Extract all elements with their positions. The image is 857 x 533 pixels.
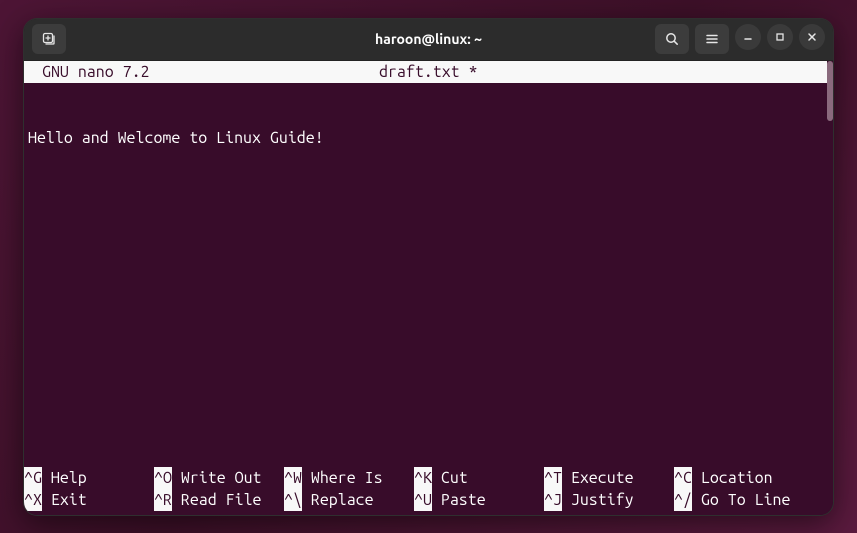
shortcut-item: ^T Execute (544, 467, 674, 489)
nano-titlebar: GNU nano 7.2 draft.txt * (24, 61, 827, 83)
shortcut-key: ^J (544, 489, 562, 511)
titlebar: haroon@linux: ~ (24, 19, 833, 61)
shortcut-label: Read File (172, 489, 262, 511)
shortcut-label: Location (692, 467, 773, 489)
shortcut-item: ^C Location (674, 467, 804, 489)
shortcut-key: ^/ (674, 489, 692, 511)
close-button[interactable] (799, 24, 825, 50)
shortcut-key: ^X (24, 489, 42, 511)
window-title: haroon@linux: ~ (375, 31, 482, 47)
shortcut-label: Write Out (172, 467, 262, 489)
hamburger-icon (704, 31, 720, 47)
shortcut-key: ^W (284, 467, 302, 489)
maximize-icon (774, 31, 786, 43)
shortcut-item: ^G Help (24, 467, 154, 489)
maximize-button[interactable] (767, 24, 793, 50)
minimize-icon (742, 31, 754, 43)
shortcut-key: ^U (414, 489, 432, 511)
shortcut-item: ^R Read File (154, 489, 284, 511)
shortcut-key: ^K (414, 467, 432, 489)
shortcut-key: ^O (154, 467, 172, 489)
shortcut-item: ^U Paste (414, 489, 544, 511)
nano-editor-body[interactable]: Hello and Welcome to Linux Guide! (24, 83, 833, 467)
shortcut-item: ^\ Replace (284, 489, 414, 511)
search-icon (664, 31, 680, 47)
shortcut-item: ^/ Go To Line (674, 489, 804, 511)
shortcut-key: ^\ (284, 489, 302, 511)
minimize-button[interactable] (735, 24, 761, 50)
shortcut-row: ^X Exit^R Read File^\ Replace^U Paste^J … (24, 489, 833, 511)
close-icon (806, 31, 818, 43)
new-tab-button[interactable] (32, 24, 66, 54)
shortcut-label: Justify (562, 489, 634, 511)
nano-filename: draft.txt * (30, 61, 827, 83)
shortcut-item: ^W Where Is (284, 467, 414, 489)
shortcut-item: ^J Justify (544, 489, 674, 511)
shortcut-label: Execute (562, 467, 634, 489)
new-tab-icon (41, 31, 57, 47)
shortcut-item: ^K Cut (414, 467, 544, 489)
editor-line: Hello and Welcome to Linux Guide! (28, 127, 829, 149)
shortcut-label: Cut (432, 467, 468, 489)
nano-shortcut-bar: ^G Help^O Write Out^W Where Is^K Cut^T E… (24, 467, 833, 515)
shortcut-label: Go To Line (692, 489, 791, 511)
terminal-window: haroon@linux: ~ (23, 18, 834, 516)
shortcut-label: Help (42, 467, 87, 489)
shortcut-item: ^X Exit (24, 489, 154, 511)
search-button[interactable] (655, 24, 689, 54)
shortcut-label: Replace (302, 489, 374, 511)
shortcut-key: ^G (24, 467, 42, 489)
shortcut-item: ^O Write Out (154, 467, 284, 489)
shortcut-label: Paste (432, 489, 486, 511)
terminal-area[interactable]: GNU nano 7.2 draft.txt * Hello and Welco… (24, 61, 833, 515)
shortcut-key: ^C (674, 467, 692, 489)
shortcut-key: ^T (544, 467, 562, 489)
shortcut-row: ^G Help^O Write Out^W Where Is^K Cut^T E… (24, 467, 833, 489)
shortcut-key: ^R (154, 489, 172, 511)
shortcut-label: Where Is (302, 467, 383, 489)
menu-button[interactable] (695, 24, 729, 54)
scrollbar[interactable] (827, 61, 833, 121)
shortcut-label: Exit (42, 489, 87, 511)
